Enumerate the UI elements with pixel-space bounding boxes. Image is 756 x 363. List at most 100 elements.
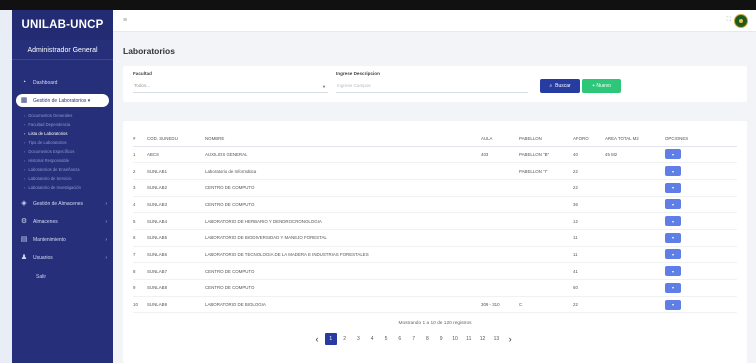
table-cell: 22 <box>573 296 605 314</box>
options-cell: ▾ <box>665 146 737 164</box>
building-icon: ▦ <box>20 96 28 104</box>
options-dropdown-button[interactable]: ▾ <box>665 249 681 260</box>
table-cell <box>605 162 665 180</box>
table-cell <box>519 229 573 247</box>
options-dropdown-button[interactable]: ▾ <box>665 182 681 193</box>
sidebar-item-gestion-almacenes[interactable]: ◈ Gestión de Almacenes › <box>12 195 113 213</box>
sidebar-item-almacenes[interactable]: ⚙ Almacenes › <box>12 213 113 231</box>
options-dropdown-button[interactable]: ▾ <box>665 216 681 227</box>
options-cell: ▾ <box>665 212 737 230</box>
pagination-page-button[interactable]: 4 <box>366 333 378 345</box>
subitem-documentos-especificos[interactable]: › Documentos Específicos <box>12 147 113 156</box>
table-cell: ABCS <box>147 146 205 164</box>
options-dropdown-button[interactable]: ▾ <box>665 199 681 210</box>
sidebar-item-label: Mantenimiento <box>33 237 66 243</box>
table-cell: Laboratorio de Informática <box>205 162 481 180</box>
table-cell: SUNLAB3 <box>147 196 205 214</box>
pagination-next-button[interactable]: › <box>504 333 516 345</box>
sidebar-item-dashboard[interactable]: ◔ Dashboard <box>12 76 113 90</box>
options-cell: ▾ <box>665 262 737 280</box>
table-cell <box>481 212 519 230</box>
pagination-page-button[interactable]: 13 <box>490 333 502 345</box>
laboratories-table: # COD. SUNEDU NOMBRE AULA PABELLON AFORO… <box>133 132 737 314</box>
table-cell: 9 <box>133 279 147 297</box>
pagination-page-button[interactable]: 1 <box>324 333 337 345</box>
subitem-facultad-dependencia[interactable]: › Facultad Dependencia <box>12 120 113 129</box>
sidebar-item-gestion-laboratorios[interactable]: ▦ Gestión de Laboratorios ▾ <box>16 94 109 107</box>
table-cell: 36 <box>573 196 605 214</box>
options-cell: ▾ <box>665 196 737 214</box>
options-dropdown-button[interactable]: ▾ <box>665 232 681 243</box>
pagination-page-button[interactable]: 2 <box>339 333 351 345</box>
table-cell: 1 <box>133 146 147 164</box>
table-cell: SUNLAB8 <box>147 279 205 297</box>
subitem-lista-laboratorios[interactable]: › Lista de Laboratorios <box>12 129 113 138</box>
column-header: AREA TOTAL M2 <box>605 132 665 147</box>
table-cell: 309 - 310 <box>481 296 519 314</box>
search-button-label: Buscar <box>555 83 571 89</box>
pagination: ‹ 1 2 3 4 5 6 7 8 9 10 11 12 13 › <box>311 333 518 345</box>
options-cell: ▾ <box>665 229 737 247</box>
gear-icon: ⚙ <box>20 218 28 225</box>
table-cell: C <box>519 296 573 314</box>
table-cell: 8 <box>133 262 147 280</box>
new-button[interactable]: + Nuevo <box>582 79 621 93</box>
pagination-page-button[interactable]: 8 <box>421 333 433 345</box>
sidebar-item-usuarios[interactable]: ♟ Usuarios › <box>12 249 113 267</box>
subitem-laboratorio-investigacion[interactable]: › Laboratorio de Investigación <box>12 183 113 192</box>
table-cell <box>481 179 519 197</box>
avatar[interactable] <box>734 14 748 28</box>
column-header: AFORO <box>573 132 605 147</box>
window-left-edge <box>0 10 12 363</box>
options-cell: ▾ <box>665 296 737 314</box>
logout-link[interactable]: Salir <box>12 271 113 283</box>
table-cell <box>605 246 665 264</box>
sidebar-item-label: Usuarios <box>33 255 53 261</box>
fullscreen-icon[interactable]: ⛶ <box>727 17 731 24</box>
options-dropdown-button[interactable]: ▾ <box>665 166 681 177</box>
menu-toggle-icon[interactable]: ≡ <box>123 17 127 24</box>
table-cell: 11 <box>573 229 605 247</box>
options-dropdown-button[interactable]: ▾ <box>665 266 681 277</box>
table-cell: 60 <box>573 279 605 297</box>
pagination-prev-button[interactable]: ‹ <box>311 333 323 345</box>
table-cell <box>519 246 573 264</box>
table-cell <box>481 162 519 180</box>
pagination-page-button[interactable]: 5 <box>380 333 392 345</box>
pagination-page-button[interactable]: 11 <box>463 333 475 345</box>
table-cell: 45 M2 <box>605 146 665 164</box>
sidebar-item-label: Dashboard <box>33 80 58 86</box>
pagination-page-button[interactable]: 7 <box>408 333 420 345</box>
chevron-right-icon: › <box>105 255 107 261</box>
subitem-laboratorio-servicio[interactable]: › Laboratorio de Servicio <box>12 174 113 183</box>
pagination-page-button[interactable]: 10 <box>449 333 461 345</box>
sidebar-item-mantenimiento[interactable]: ▤ Mantenimiento › <box>12 231 113 249</box>
options-dropdown-button[interactable]: ▾ <box>665 282 681 293</box>
pagination-page-button[interactable]: 3 <box>352 333 364 345</box>
chevron-right-icon: › <box>105 219 107 225</box>
table-cell: PABELLON "B" <box>519 146 573 164</box>
table-cell: SUNLAB5 <box>147 229 205 247</box>
table-cell: 3 <box>133 179 147 197</box>
pagination-page-button[interactable]: 12 <box>477 333 489 345</box>
search-icon: ⌕ <box>549 83 553 89</box>
column-header: # <box>133 132 147 147</box>
search-button[interactable]: ⌕ Buscar <box>540 79 580 93</box>
table-cell: 22 <box>573 179 605 197</box>
faculty-select[interactable]: Todos... ▼ <box>133 81 328 93</box>
subitem-laboratorios-ensenanza[interactable]: › Laboratorios de Enseñanza <box>12 165 113 174</box>
table-cell <box>519 262 573 280</box>
brand-logo-text[interactable]: UNILAB-UNCP <box>12 10 113 40</box>
pagination-page-button[interactable]: 9 <box>435 333 447 345</box>
search-input[interactable]: Ingrese Campos <box>336 81 528 93</box>
subitem-documentos-generales[interactable]: › Documentos Generales <box>12 111 113 120</box>
table-cell <box>481 262 519 280</box>
chevron-right-icon: › <box>105 237 107 243</box>
table-cell: SUNLAB7 <box>147 262 205 280</box>
table-cell: 7 <box>133 246 147 264</box>
subitem-historial-responsable[interactable]: › Historial Responsable <box>12 156 113 165</box>
pagination-page-button[interactable]: 6 <box>394 333 406 345</box>
subitem-tipo-laboratorios[interactable]: › Tipo de Laboratorios <box>12 138 113 147</box>
options-dropdown-button[interactable]: ▾ <box>665 149 681 160</box>
options-dropdown-button[interactable]: ▾ <box>665 299 681 310</box>
